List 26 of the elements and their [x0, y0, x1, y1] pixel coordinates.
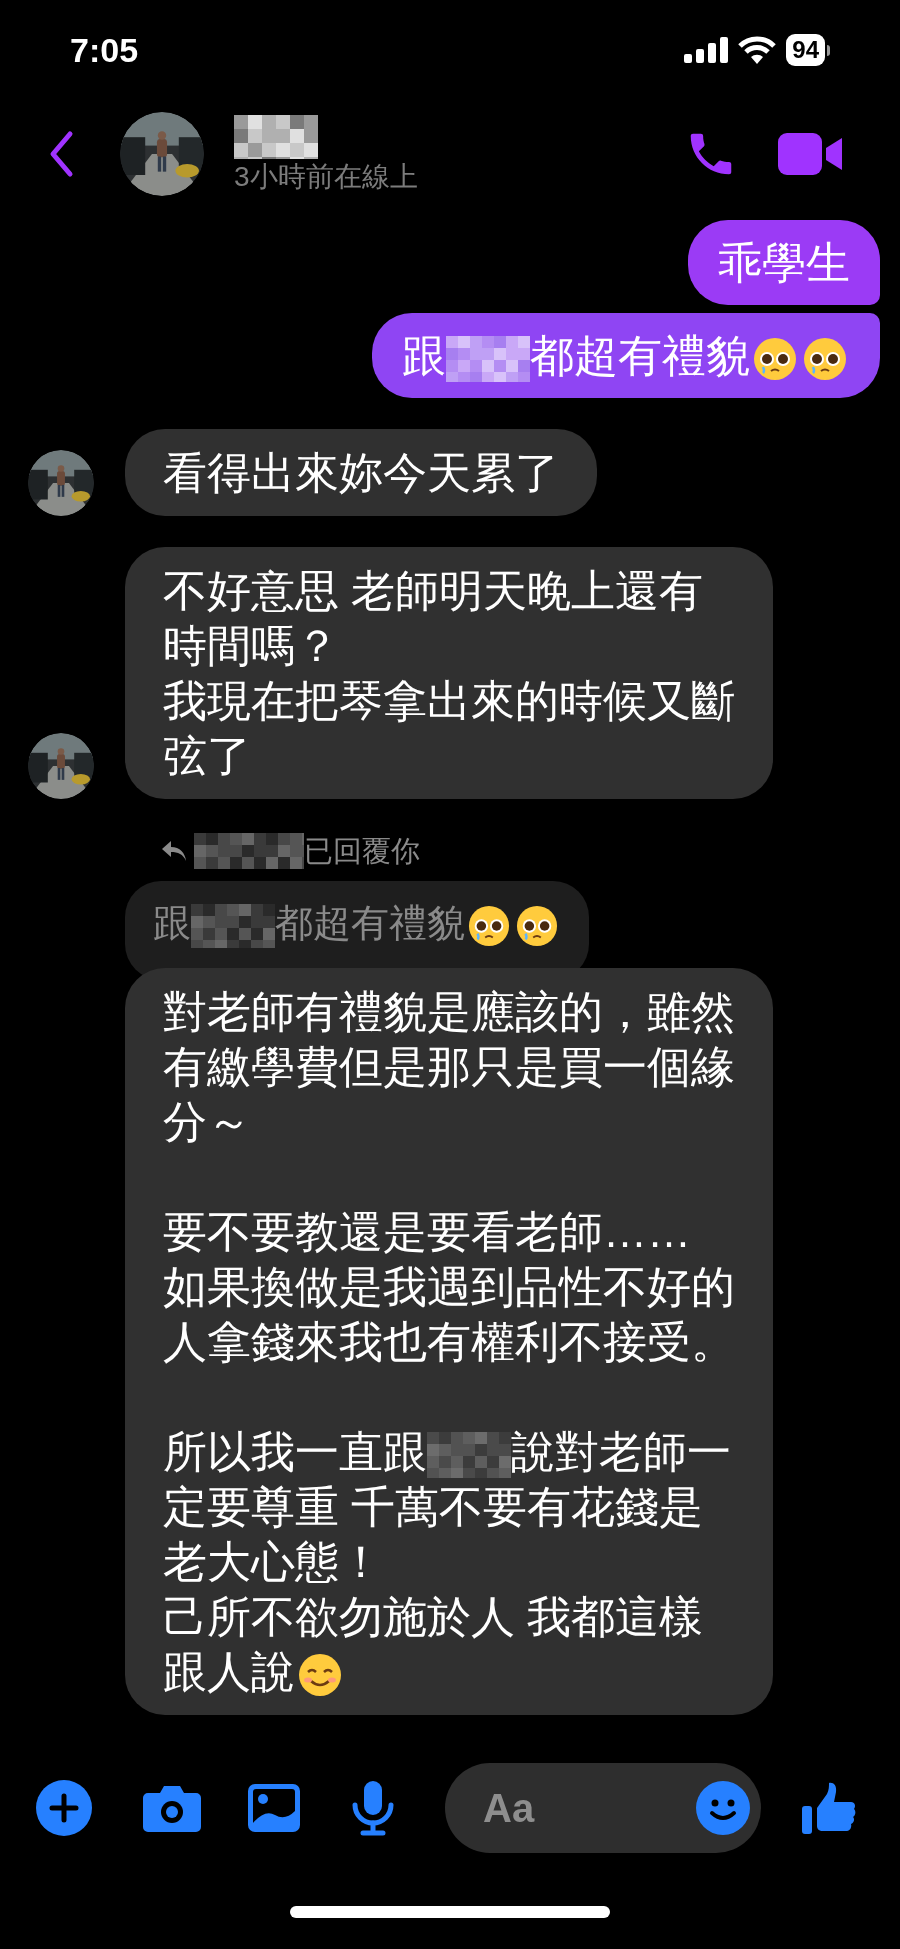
message-bubble: 跟 都超有禮貌	[372, 313, 880, 398]
pleading-face-emoji-icon	[468, 904, 510, 947]
battery-level: 94	[786, 34, 825, 66]
reply-arrow-icon	[160, 839, 188, 863]
signal-icon	[684, 37, 729, 63]
microphone-icon[interactable]	[351, 1780, 395, 1836]
image-icon[interactable]	[247, 1783, 301, 1833]
battery-tip-icon	[827, 44, 830, 56]
video-camera-icon[interactable]	[778, 131, 844, 177]
pleading-face-emoji-icon	[803, 337, 847, 382]
pleading-face-emoji-icon	[516, 904, 558, 947]
message-bubble: 對老師有禮貌是應該的，雖然有繳學費但是那只是買一個緣分～ 要不要教還是要看老師…… 如果換做是我遇到品性不好的人拿錢來我也有權利不接受。 所以我一直跟 說對老師一定要尊重 千萬不要有花錢是老大心態！ 己所不欲勿施於人 我都這樣跟人說	[125, 967, 773, 1715]
thumbs-up-icon[interactable]	[801, 1780, 857, 1836]
wifi-icon	[738, 36, 777, 64]
message-bubble: 乖學生	[688, 220, 880, 305]
last-active-status: 3小時前在線上	[234, 160, 418, 194]
camera-icon[interactable]	[142, 1783, 202, 1833]
add-icon[interactable]	[36, 1780, 92, 1836]
smiling-face-emoji-icon	[298, 1653, 342, 1698]
pleading-face-emoji-icon	[753, 337, 797, 382]
smiley-icon[interactable]	[695, 1780, 751, 1836]
message-input[interactable]: Aa	[445, 1763, 761, 1853]
reply-notice: 已回覆你	[194, 833, 420, 869]
message-bubble: 不好意思 老師明天晚上還有時間嗎？ 我現在把琴拿出來的時候又斷弦了	[125, 547, 773, 799]
status-time: 7:05	[70, 29, 139, 71]
message-bubble: 看得出來妳今天累了	[125, 429, 597, 516]
